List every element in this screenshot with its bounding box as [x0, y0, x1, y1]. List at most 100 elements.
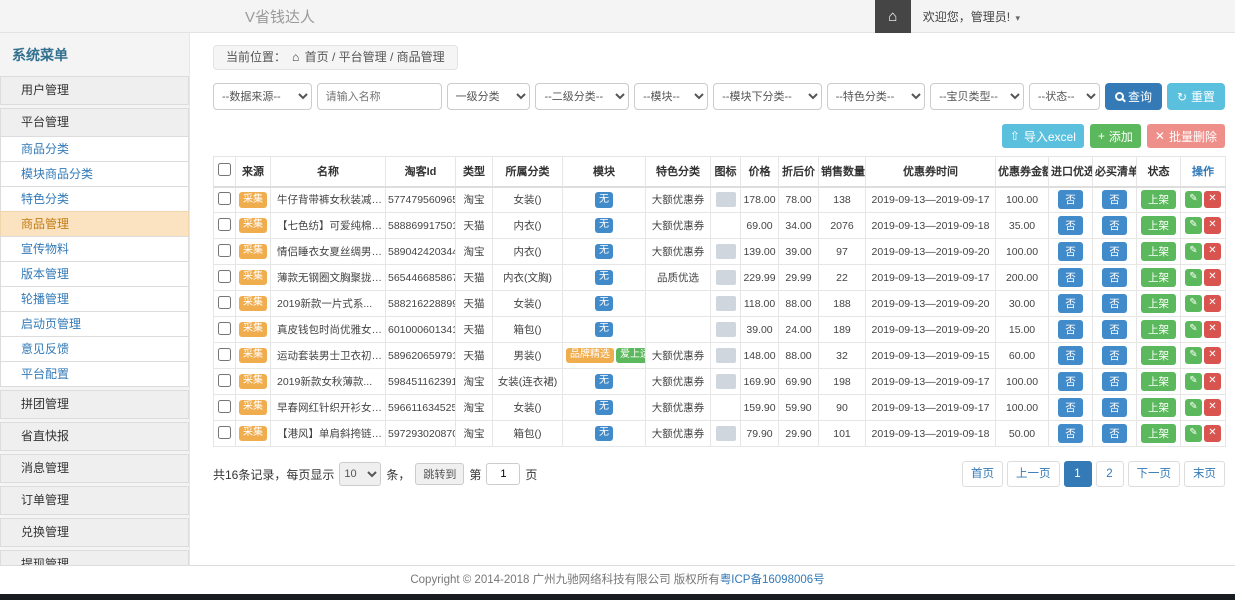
edit-button[interactable]: ✎ [1185, 217, 1202, 234]
row-checkbox[interactable] [218, 400, 231, 413]
must-buy-button[interactable]: 否 [1102, 346, 1127, 365]
filter-select[interactable]: 一级分类 [447, 83, 531, 110]
row-checkbox[interactable] [218, 192, 231, 205]
status-button[interactable]: 上架 [1141, 424, 1176, 443]
breadcrumb-items[interactable]: 首页 / 平台管理 / 商品管理 [305, 50, 445, 64]
edit-button[interactable]: ✎ [1185, 373, 1202, 390]
filter-select[interactable]: --状态-- [1029, 83, 1100, 110]
sidebar-item[interactable]: 平台管理 [0, 108, 189, 137]
must-buy-button[interactable]: 否 [1102, 372, 1127, 391]
sidebar-item[interactable]: 拼团管理 [0, 390, 189, 419]
status-button[interactable]: 上架 [1141, 268, 1176, 287]
must-buy-button[interactable]: 否 [1102, 216, 1127, 235]
page-link[interactable]: 2 [1096, 461, 1124, 487]
delete-button[interactable]: ✕ [1204, 269, 1221, 286]
status-button[interactable]: 上架 [1141, 320, 1176, 339]
edit-button[interactable]: ✎ [1185, 399, 1202, 416]
sidebar-item[interactable]: 提现管理 [0, 550, 189, 565]
edit-button[interactable]: ✎ [1185, 347, 1202, 364]
icp-link[interactable]: 粤ICP备16098006号 [720, 574, 825, 586]
edit-button[interactable]: ✎ [1185, 191, 1202, 208]
page-link[interactable]: 上一页 [1007, 461, 1060, 487]
row-checkbox[interactable] [218, 374, 231, 387]
must-buy-button[interactable]: 否 [1102, 268, 1127, 287]
sidebar-item[interactable]: 模块商品分类 [0, 161, 189, 187]
sidebar-item[interactable]: 启动页管理 [0, 311, 189, 337]
delete-button[interactable]: ✕ [1204, 321, 1221, 338]
filter-select[interactable]: --二级分类-- [535, 83, 629, 110]
import-select-button[interactable]: 否 [1058, 424, 1083, 443]
batch-delete-button[interactable]: ✕ 批量删除 [1147, 124, 1225, 148]
delete-button[interactable]: ✕ [1204, 425, 1221, 442]
sidebar-item[interactable]: 轮播管理 [0, 286, 189, 312]
page-link[interactable]: 末页 [1184, 461, 1225, 487]
sidebar-item[interactable]: 商品管理 [0, 211, 189, 237]
import-select-button[interactable]: 否 [1058, 190, 1083, 209]
row-checkbox[interactable] [218, 270, 231, 283]
page-link[interactable]: 下一页 [1128, 461, 1181, 487]
sidebar-item[interactable]: 平台配置 [0, 361, 189, 387]
status-button[interactable]: 上架 [1141, 398, 1176, 417]
import-select-button[interactable]: 否 [1058, 398, 1083, 417]
status-button[interactable]: 上架 [1141, 372, 1176, 391]
import-select-button[interactable]: 否 [1058, 294, 1083, 313]
sidebar-item[interactable]: 商品分类 [0, 136, 189, 162]
sidebar-item[interactable]: 订单管理 [0, 486, 189, 515]
filter-select[interactable]: --模块下分类-- [713, 83, 821, 110]
must-buy-button[interactable]: 否 [1102, 242, 1127, 261]
sidebar-item[interactable]: 意见反馈 [0, 336, 189, 362]
page-link[interactable]: 1 [1064, 461, 1092, 487]
import-select-button[interactable]: 否 [1058, 242, 1083, 261]
sidebar-item[interactable]: 特色分类 [0, 186, 189, 212]
status-button[interactable]: 上架 [1141, 242, 1176, 261]
edit-button[interactable]: ✎ [1185, 321, 1202, 338]
must-buy-button[interactable]: 否 [1102, 398, 1127, 417]
import-select-button[interactable]: 否 [1058, 268, 1083, 287]
reset-button[interactable]: ↻ 重置 [1167, 83, 1225, 110]
page-link[interactable]: 首页 [962, 461, 1003, 487]
filter-select[interactable]: --数据来源-- [213, 83, 312, 110]
add-button[interactable]: + 添加 [1090, 124, 1141, 148]
must-buy-button[interactable]: 否 [1102, 424, 1127, 443]
status-button[interactable]: 上架 [1141, 294, 1176, 313]
delete-button[interactable]: ✕ [1204, 373, 1221, 390]
sidebar-item[interactable]: 版本管理 [0, 261, 189, 287]
row-checkbox[interactable] [218, 322, 231, 335]
row-checkbox[interactable] [218, 218, 231, 231]
name-search-input[interactable] [317, 83, 442, 110]
home-button[interactable]: ⌂ [875, 0, 911, 33]
edit-button[interactable]: ✎ [1185, 243, 1202, 260]
sidebar-item[interactable]: 兑换管理 [0, 518, 189, 547]
row-checkbox[interactable] [218, 244, 231, 257]
filter-select[interactable]: --模块-- [634, 83, 708, 110]
import-excel-button[interactable]: ⇧ 导入excel [1002, 124, 1084, 148]
user-menu[interactable]: 欢迎您，管理员! ▾ [923, 8, 1020, 25]
row-checkbox[interactable] [218, 348, 231, 361]
delete-button[interactable]: ✕ [1204, 399, 1221, 416]
must-buy-button[interactable]: 否 [1102, 190, 1127, 209]
edit-button[interactable]: ✎ [1185, 425, 1202, 442]
delete-button[interactable]: ✕ [1204, 191, 1221, 208]
import-select-button[interactable]: 否 [1058, 372, 1083, 391]
status-button[interactable]: 上架 [1141, 216, 1176, 235]
select-all-checkbox[interactable] [218, 163, 231, 176]
sidebar-item[interactable]: 省直快报 [0, 422, 189, 451]
jump-button[interactable]: 跳转到 [415, 463, 464, 485]
must-buy-button[interactable]: 否 [1102, 294, 1127, 313]
delete-button[interactable]: ✕ [1204, 347, 1221, 364]
search-button[interactable]: 查询 [1105, 83, 1162, 110]
delete-button[interactable]: ✕ [1204, 217, 1221, 234]
row-checkbox[interactable] [218, 296, 231, 309]
sidebar-item[interactable]: 消息管理 [0, 454, 189, 483]
row-checkbox[interactable] [218, 426, 231, 439]
edit-button[interactable]: ✎ [1185, 295, 1202, 312]
filter-select[interactable]: --宝贝类型-- [930, 83, 1024, 110]
must-buy-button[interactable]: 否 [1102, 320, 1127, 339]
per-page-select[interactable]: 10 [339, 462, 381, 486]
status-button[interactable]: 上架 [1141, 346, 1176, 365]
import-select-button[interactable]: 否 [1058, 216, 1083, 235]
jump-page-input[interactable] [486, 463, 520, 485]
sidebar-item[interactable]: 用户管理 [0, 76, 189, 105]
sidebar-item[interactable]: 宣传物料 [0, 236, 189, 262]
filter-select[interactable]: --特色分类-- [827, 83, 926, 110]
